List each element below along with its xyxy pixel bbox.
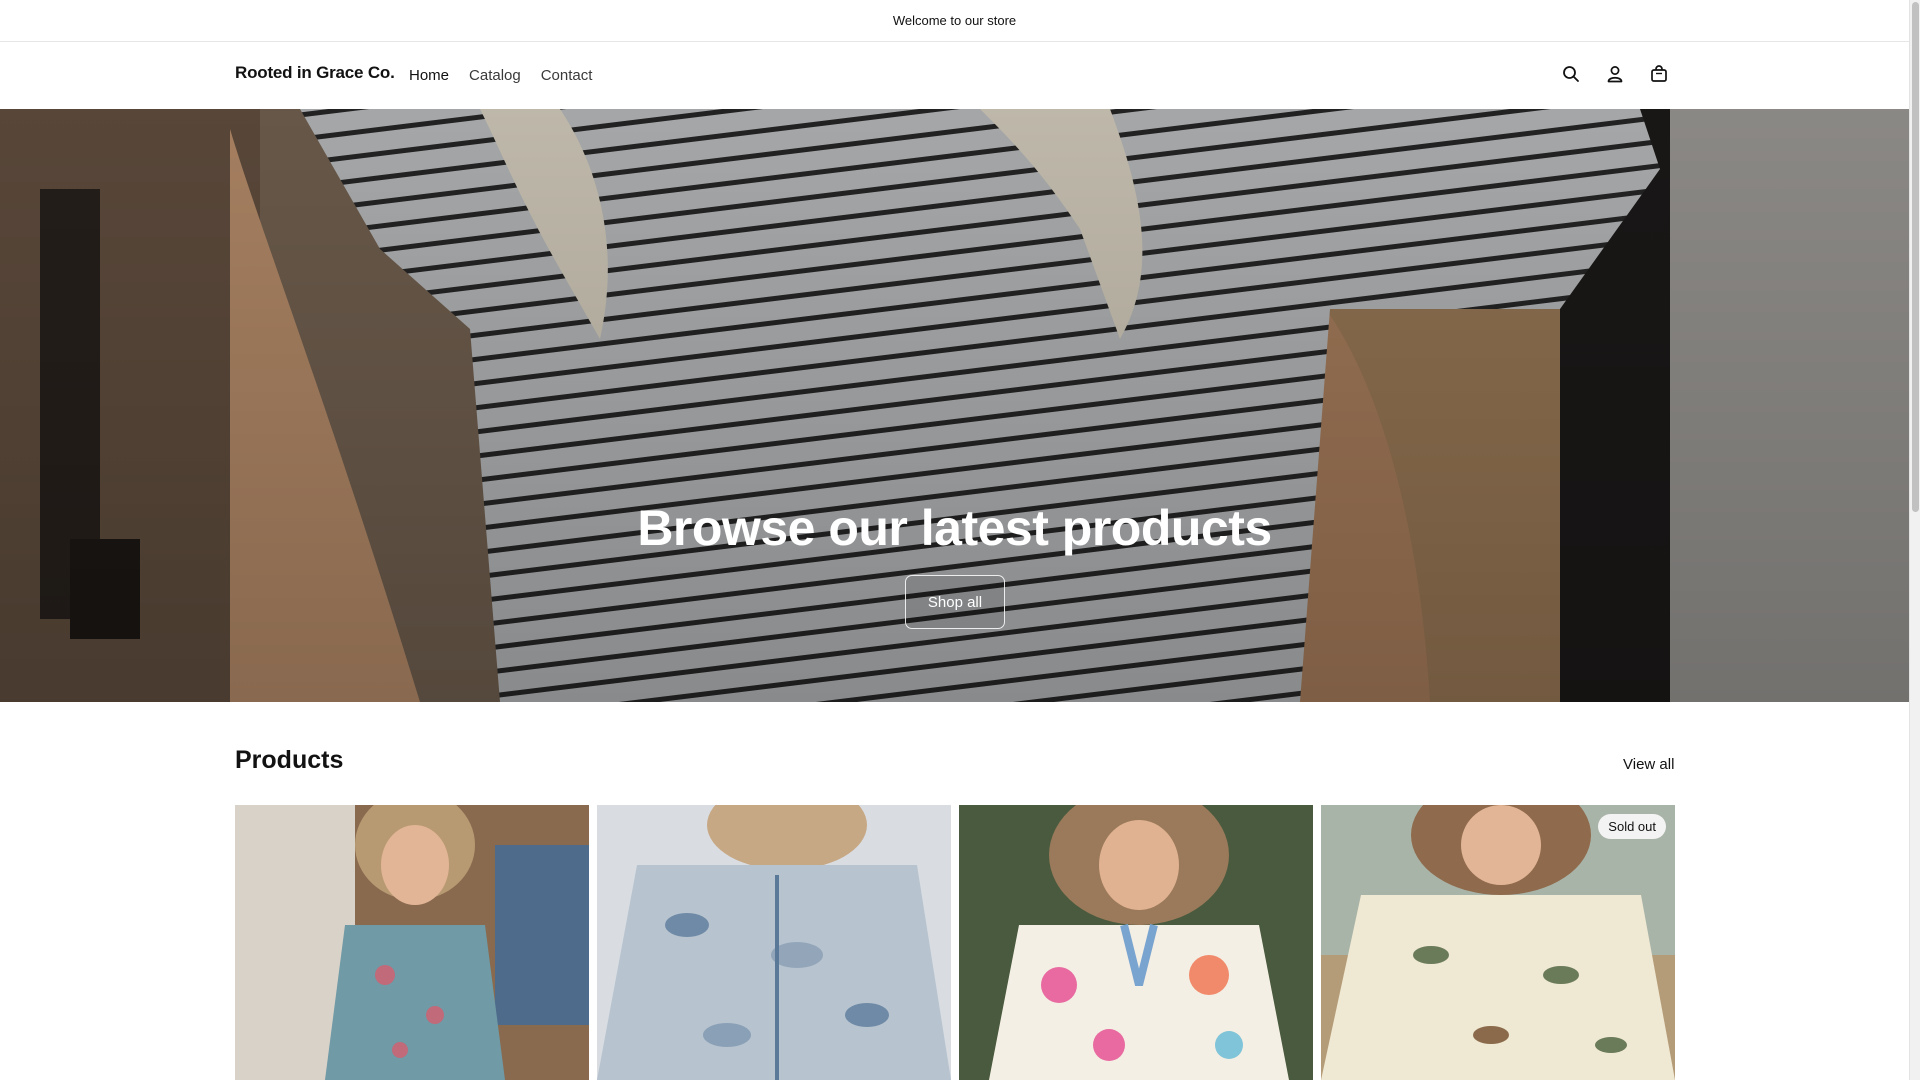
header-icons — [1558, 61, 1672, 87]
page-scrollbar[interactable] — [1909, 0, 1920, 1080]
account-icon[interactable] — [1602, 61, 1628, 87]
hero-banner: Browse our latest products Shop all — [0, 109, 1909, 702]
store-logo[interactable]: Rooted in Grace Co. — [235, 63, 395, 83]
search-icon[interactable] — [1558, 61, 1584, 87]
product-card[interactable] — [597, 805, 951, 1080]
product-card[interactable]: Sold out — [1321, 805, 1675, 1080]
product-image-camo-pajama-shirt — [597, 805, 951, 1080]
announcement-bar: Welcome to our store — [0, 0, 1909, 42]
scrollbar-thumb[interactable] — [1912, 2, 1919, 512]
cart-icon[interactable] — [1646, 61, 1672, 87]
main-nav: Home Catalog Contact — [409, 67, 592, 84]
announcement-text: Welcome to our store — [892, 13, 1017, 28]
product-image-duck-print-sweatshirt — [1321, 805, 1675, 1080]
product-image-floral-overalls — [235, 805, 589, 1080]
product-grid: Sold out — [235, 805, 1675, 1080]
products-heading: Products — [235, 746, 344, 774]
view-all-link[interactable]: View all — [1623, 756, 1674, 773]
nav-catalog[interactable]: Catalog — [469, 67, 521, 84]
nav-contact[interactable]: Contact — [541, 67, 593, 84]
product-card[interactable] — [235, 805, 589, 1080]
hero-title: Browse our latest products — [637, 500, 1272, 556]
product-card[interactable] — [959, 805, 1313, 1080]
nav-home[interactable]: Home — [409, 67, 449, 84]
product-image-floral-v-neck-blouse — [959, 805, 1313, 1080]
shop-all-button[interactable]: Shop all — [905, 575, 1005, 629]
sold-out-badge: Sold out — [1598, 814, 1666, 839]
site-header: Rooted in Grace Co. Home Catalog Contact — [0, 43, 1909, 109]
